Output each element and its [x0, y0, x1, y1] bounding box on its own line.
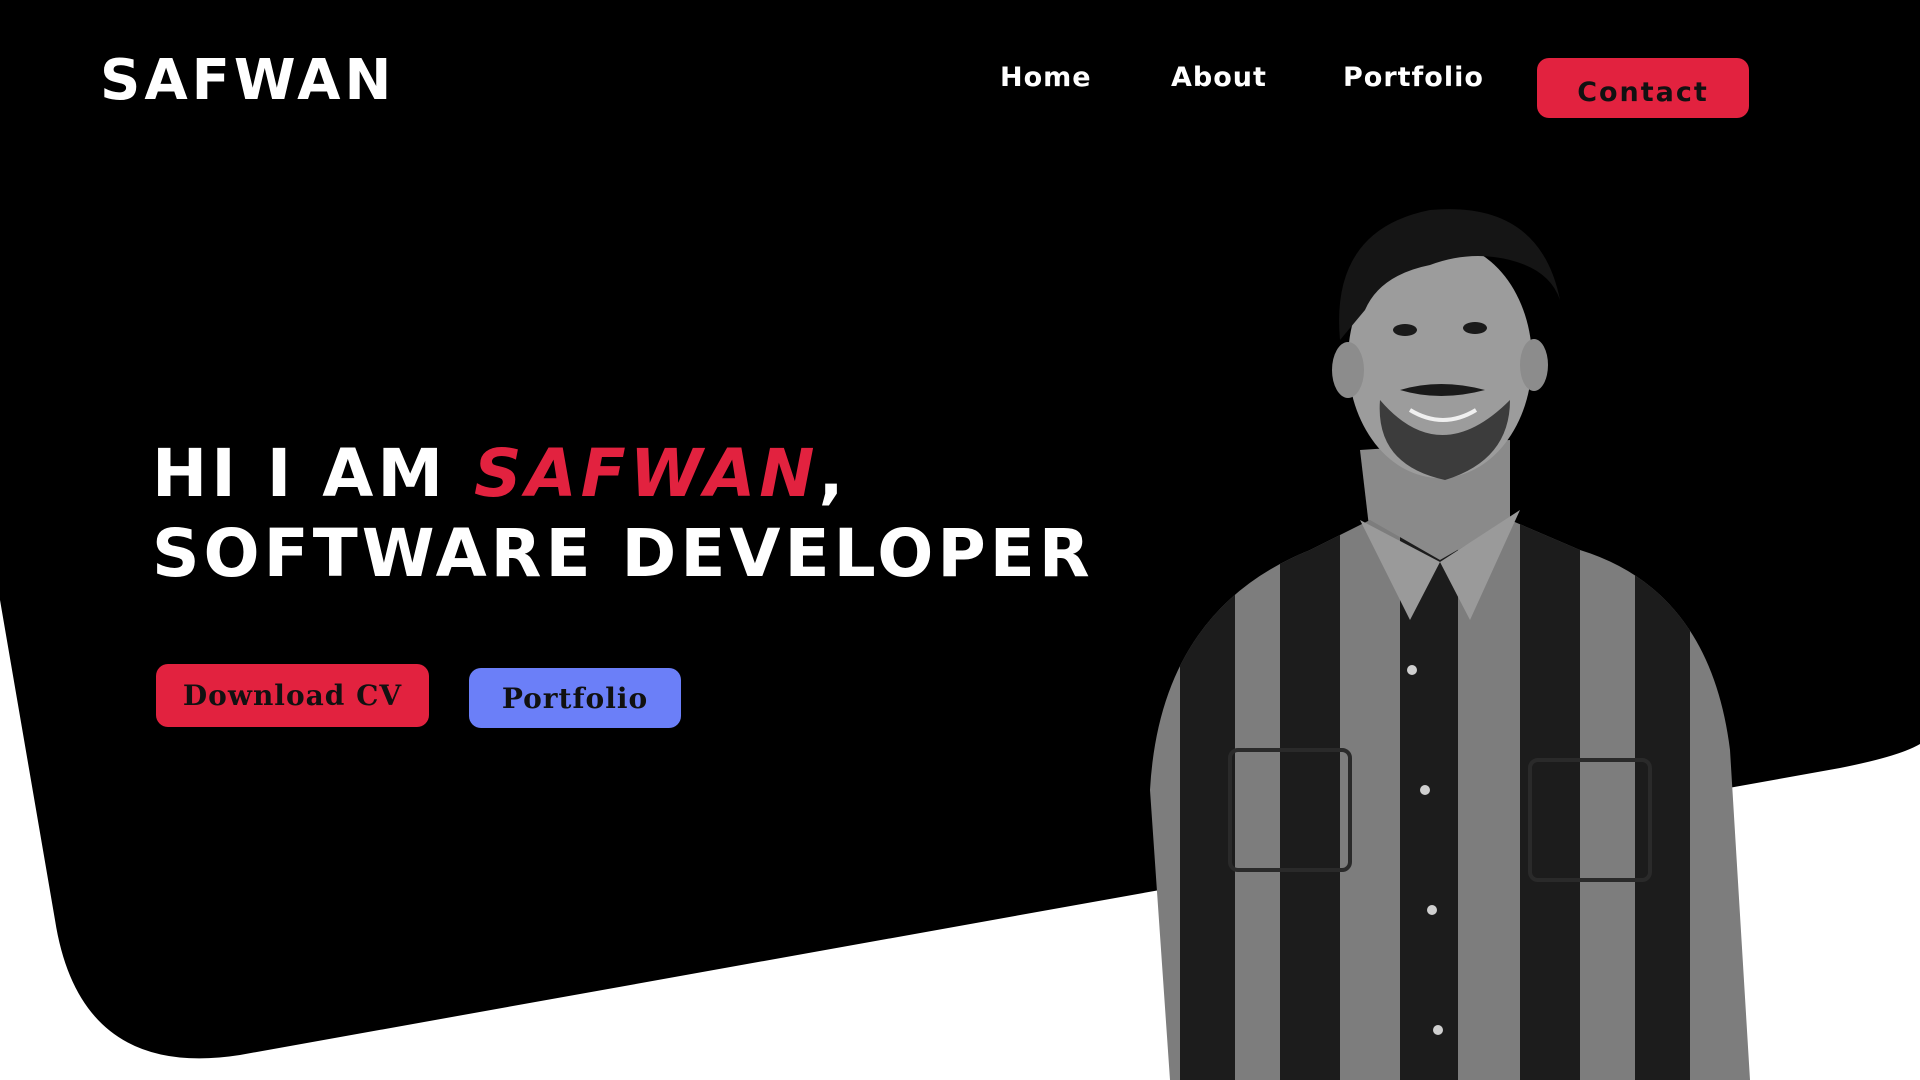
nav-item-portfolio[interactable]: Portfolio	[1343, 62, 1484, 93]
greeting-text: HI I AM	[152, 435, 475, 512]
profile-photo	[1150, 209, 1750, 1080]
greeting-comma: ,	[818, 435, 848, 512]
download-cv-button[interactable]: Download CV	[156, 664, 429, 727]
hero-name: SAFWAN	[474, 435, 819, 512]
portfolio-button[interactable]: Portfolio	[469, 668, 681, 728]
site-logo[interactable]: SAFWAN	[100, 48, 395, 113]
hero-headline: HI I AM SAFWAN, SOFTWARE DEVELOPER	[152, 434, 1094, 594]
hero-role: SOFTWARE DEVELOPER	[152, 515, 1094, 592]
nav-item-about[interactable]: About	[1171, 62, 1267, 93]
nav-item-home[interactable]: Home	[1000, 62, 1092, 93]
contact-button[interactable]: Contact	[1537, 58, 1749, 118]
